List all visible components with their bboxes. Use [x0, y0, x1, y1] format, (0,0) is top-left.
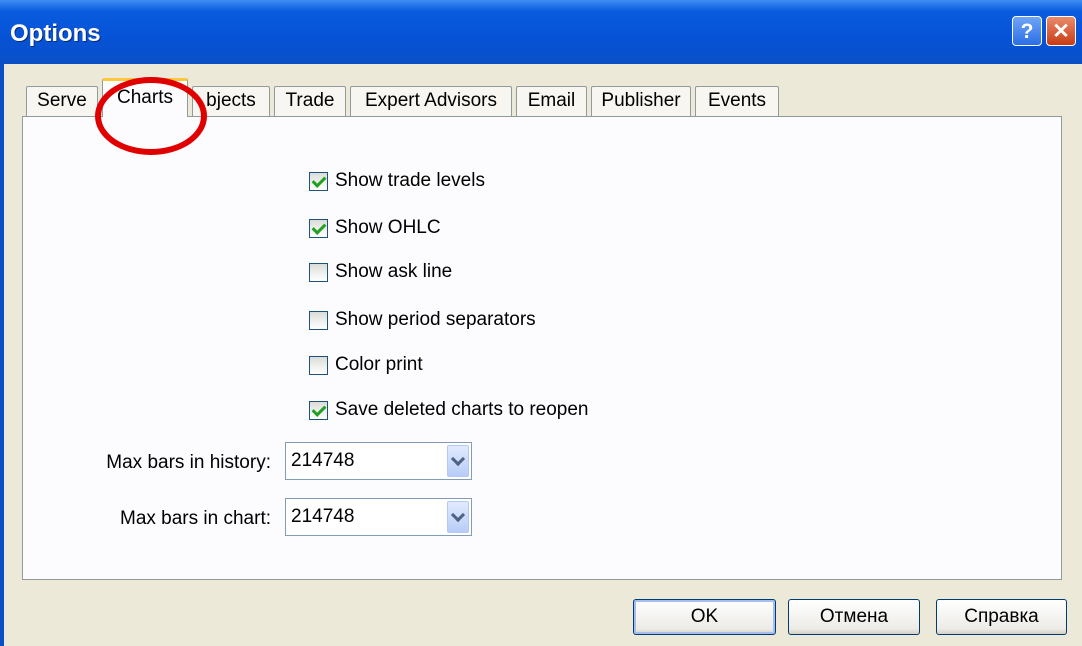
- red-circle-annotation: [95, 77, 207, 155]
- tab-server[interactable]: Serve: [26, 86, 98, 116]
- cancel-button[interactable]: Отмена: [788, 599, 920, 635]
- max-bars-history-label: Max bars in history:: [106, 452, 271, 473]
- tab-trade[interactable]: Trade: [274, 86, 346, 116]
- show-ask-line-checkbox[interactable]: Show ask line: [309, 260, 452, 284]
- chevron-down-icon[interactable]: [447, 445, 469, 477]
- checkbox-label: Show OHLC: [335, 217, 441, 238]
- help-icon[interactable]: ?: [1012, 16, 1042, 46]
- combo-value: 214748: [291, 506, 355, 527]
- color-print-checkbox[interactable]: Color print: [309, 353, 423, 377]
- window-border: [0, 64, 4, 646]
- save-deleted-charts-checkbox[interactable]: Save deleted charts to reopen: [309, 398, 589, 422]
- max-bars-chart-label: Max bars in chart:: [120, 508, 271, 529]
- checkbox-label: Color print: [335, 354, 423, 375]
- combo-value: 214748: [291, 450, 355, 471]
- charts-panel: Show trade levels Show OHLC Show ask lin…: [22, 116, 1062, 580]
- tab-publisher[interactable]: Publisher: [591, 86, 691, 116]
- window-title: Options: [10, 20, 101, 47]
- show-period-separators-checkbox[interactable]: Show period separators: [309, 308, 536, 332]
- checkbox-checked-icon[interactable]: [309, 400, 328, 420]
- ok-button[interactable]: OK: [633, 599, 776, 635]
- show-trade-levels-checkbox[interactable]: Show trade levels: [309, 169, 485, 193]
- show-ohlc-checkbox[interactable]: Show OHLC: [309, 216, 441, 240]
- checkbox-unchecked-icon[interactable]: [309, 355, 328, 375]
- max-bars-chart-select[interactable]: 214748: [285, 498, 472, 536]
- max-bars-history-select[interactable]: 214748: [285, 442, 472, 480]
- checkbox-unchecked-icon[interactable]: [309, 310, 328, 330]
- help-button[interactable]: Справка: [936, 599, 1067, 635]
- options-dialog: Options ? ✕ Serve Charts bjects Trade Ex…: [0, 0, 1082, 646]
- checkbox-checked-icon[interactable]: [309, 218, 328, 238]
- checkbox-label: Save deleted charts to reopen: [335, 399, 589, 420]
- tab-expert-advisors[interactable]: Expert Advisors: [350, 86, 512, 116]
- checkbox-label: Show trade levels: [335, 170, 485, 191]
- checkbox-label: Show period separators: [335, 309, 536, 330]
- tab-events[interactable]: Events: [695, 86, 779, 116]
- checkbox-checked-icon[interactable]: [309, 171, 328, 191]
- checkbox-label: Show ask line: [335, 261, 453, 282]
- tab-email[interactable]: Email: [516, 86, 587, 116]
- chevron-down-icon[interactable]: [447, 501, 469, 533]
- checkbox-unchecked-icon[interactable]: [309, 262, 328, 282]
- close-icon[interactable]: ✕: [1046, 16, 1076, 46]
- title-bar[interactable]: Options ? ✕: [0, 0, 1082, 64]
